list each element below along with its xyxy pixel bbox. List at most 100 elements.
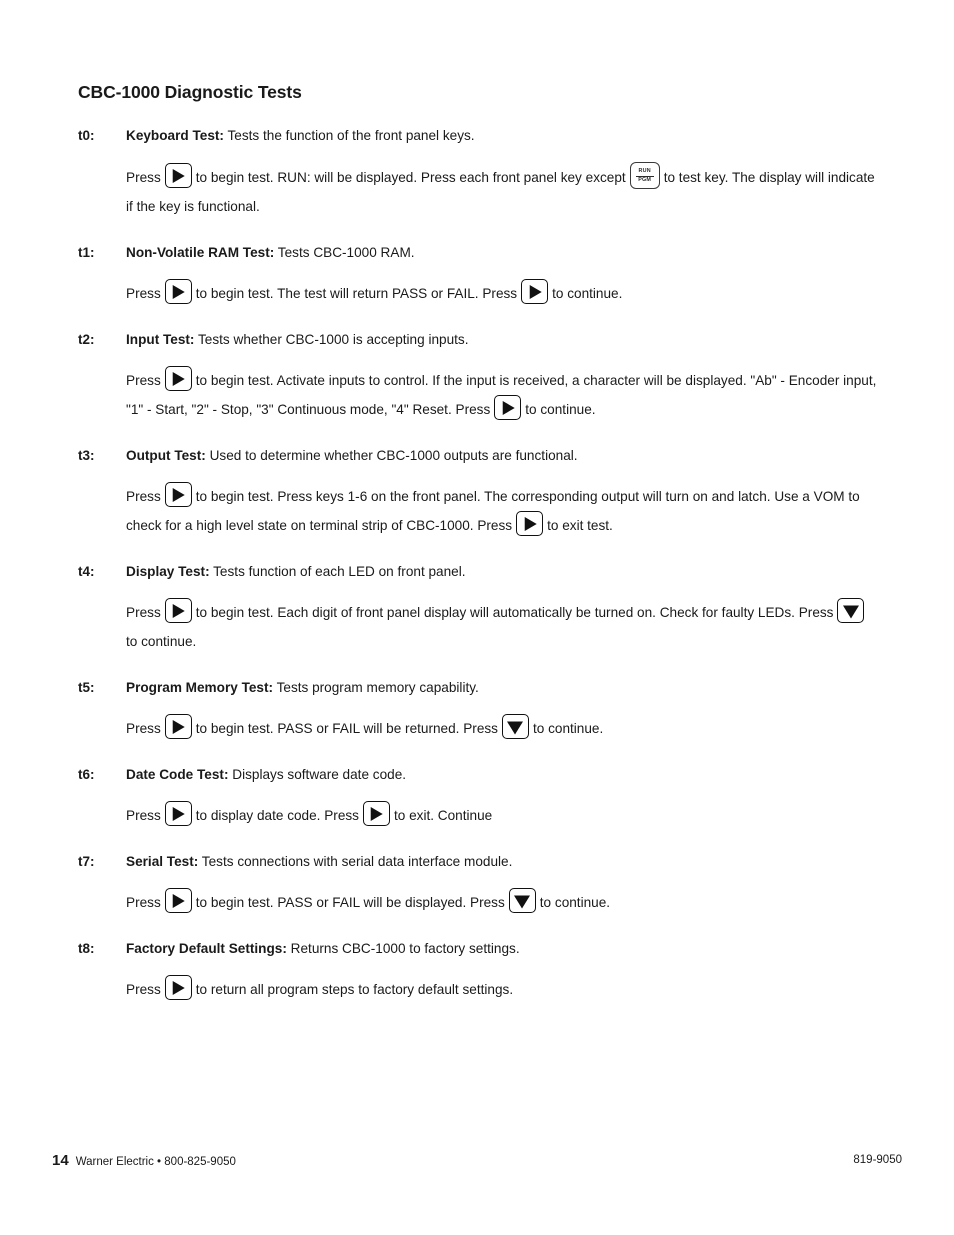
test-body-t4: Display Test: Tests function of each LED…: [126, 561, 878, 656]
play-key[interactable]: [362, 801, 390, 826]
play-key[interactable]: [516, 511, 544, 536]
play-key[interactable]: [164, 714, 192, 739]
test-entry-t4: t4: Display Test: Tests function of each…: [78, 561, 878, 656]
test-description-t5: Tests program memory capability.: [273, 680, 479, 695]
run-pgm-key[interactable]: RUN PGM: [629, 162, 660, 189]
play-triangle-icon: [529, 284, 542, 299]
test-name-t7: Serial Test:: [126, 854, 199, 869]
step-text-t6-3: to exit. Continue: [393, 808, 493, 823]
test-steps-t8: Press to return all program steps to fact…: [126, 975, 878, 1004]
step-text-t8-1: Press: [126, 982, 161, 997]
step-text-t4-2: to begin test. Each digit of front panel…: [195, 605, 834, 620]
play-triangle-icon: [172, 371, 185, 386]
play-key[interactable]: [164, 279, 192, 304]
test-name-t6: Date Code Test:: [126, 767, 229, 782]
test-id-t3: t3:: [78, 448, 95, 463]
test-name-t8: Factory Default Settings:: [126, 941, 287, 956]
test-name-t4: Display Test:: [126, 564, 210, 579]
step-text-t8-2: to return all program steps to factory d…: [195, 982, 514, 997]
test-steps-t7: Press to begin test. PASS or FAIL will be…: [126, 888, 878, 917]
test-description-t0: Tests the function of the front panel ke…: [223, 128, 475, 143]
play-triangle-icon: [172, 719, 185, 734]
play-key[interactable]: [164, 888, 192, 913]
play-triangle-icon: [172, 168, 185, 183]
step-text-t7-3: to continue.: [539, 895, 611, 910]
play-key[interactable]: [164, 975, 192, 1000]
play-key[interactable]: [164, 482, 192, 507]
step-text-t6-1: Press: [126, 808, 161, 823]
step-text-t7-2: to begin test. PASS or FAIL will be disp…: [195, 895, 505, 910]
play-triangle-icon: [172, 980, 185, 995]
step-text-t3-2: to begin test. Press keys 1-6 on the fro…: [126, 489, 860, 533]
test-heading-t2: Input Test: Tests whether CBC-1000 is ac…: [126, 329, 878, 351]
step-text-t4-3: to continue.: [126, 634, 197, 649]
step-text-t2-1: Press: [126, 373, 161, 388]
play-triangle-icon: [172, 487, 185, 502]
test-steps-t6: Press to display date code. Press to exit.…: [126, 801, 878, 830]
test-entry-t8: t8: Factory Default Settings: Returns CB…: [78, 938, 878, 1004]
play-triangle-icon: [172, 893, 185, 908]
play-key[interactable]: [164, 366, 192, 391]
test-entry-t3: t3: Output Test: Used to determine wheth…: [78, 445, 878, 540]
test-name-t1: Non-Volatile RAM Test:: [126, 245, 275, 260]
test-id-t2: t2:: [78, 332, 95, 347]
down-arrow-key[interactable]: [837, 598, 865, 623]
test-entry-t6: t6: Date Code Test: Displays software da…: [78, 764, 878, 830]
play-triangle-icon: [172, 603, 185, 618]
play-key[interactable]: [164, 598, 192, 623]
page-title: CBC-1000 Diagnostic Tests: [78, 82, 302, 102]
run-pgm-key-line1: RUN: [638, 168, 651, 174]
test-body-t8: Factory Default Settings: Returns CBC-10…: [126, 938, 878, 1004]
play-triangle-icon: [524, 516, 537, 531]
test-body-t2: Input Test: Tests whether CBC-1000 is ac…: [126, 329, 878, 424]
down-triangle-icon: [514, 895, 531, 909]
test-name-t2: Input Test:: [126, 332, 195, 347]
page-content: CBC-1000 Diagnostic Tests t0: Keyboard T…: [78, 82, 878, 1025]
test-entry-t1: t1: Non-Volatile RAM Test: Tests CBC-100…: [78, 242, 878, 308]
step-text-t0-1: Press: [126, 170, 161, 185]
play-key[interactable]: [164, 163, 192, 188]
test-heading-t1: Non-Volatile RAM Test: Tests CBC-1000 RA…: [126, 242, 878, 264]
play-triangle-icon: [371, 806, 384, 821]
play-key[interactable]: [494, 395, 522, 420]
test-entry-t5: t5: Program Memory Test: Tests program m…: [78, 677, 878, 743]
test-entry-t7: t7: Serial Test: Tests connections with …: [78, 851, 878, 917]
step-text-t5-3: to continue.: [532, 721, 604, 736]
footer-document-number: 819-9050: [853, 1154, 902, 1166]
test-name-t5: Program Memory Test:: [126, 680, 274, 695]
play-key[interactable]: [164, 801, 192, 826]
test-steps-t0: Press to begin test. RUN: will be display…: [126, 162, 878, 221]
test-body-t1: Non-Volatile RAM Test: Tests CBC-1000 RA…: [126, 242, 878, 308]
test-id-t4: t4:: [78, 564, 95, 579]
step-text-t7-1: Press: [126, 895, 161, 910]
test-entry-t0: t0: Keyboard Test: Tests the function of…: [78, 125, 878, 221]
test-name-t0: Keyboard Test:: [126, 128, 224, 143]
test-description-t6: Displays software date code.: [228, 767, 407, 782]
down-arrow-key[interactable]: [508, 888, 536, 913]
test-steps-t3: Press to begin test. Press keys 1-6 on th…: [126, 482, 878, 540]
test-heading-t6: Date Code Test: Displays software date c…: [126, 764, 878, 786]
step-text-t1-2: to begin test. The test will return PASS…: [195, 286, 518, 301]
test-body-t6: Date Code Test: Displays software date c…: [126, 764, 878, 830]
test-steps-t1: Press to begin test. The test will return…: [126, 279, 878, 308]
play-key[interactable]: [521, 279, 549, 304]
play-triangle-icon: [172, 806, 185, 821]
step-text-t2-3: to continue.: [525, 402, 596, 417]
test-description-t4: Tests function of each LED on front pane…: [209, 564, 466, 579]
step-text-t3-1: Press: [126, 489, 161, 504]
test-heading-t8: Factory Default Settings: Returns CBC-10…: [126, 938, 878, 960]
step-text-t4-1: Press: [126, 605, 161, 620]
test-description-t1: Tests CBC-1000 RAM.: [274, 245, 415, 260]
footer-left-group: 14 Warner Electric • 800-825-9050: [52, 1152, 236, 1170]
test-body-t7: Serial Test: Tests connections with seri…: [126, 851, 878, 917]
test-heading-t0: Keyboard Test: Tests the function of the…: [126, 125, 878, 147]
down-arrow-key[interactable]: [501, 714, 529, 739]
step-text-t0-2: to begin test. RUN: will be displayed. P…: [195, 170, 626, 185]
document-page: CBC-1000 Diagnostic Tests t0: Keyboard T…: [0, 0, 954, 1235]
test-heading-t3: Output Test: Used to determine whether C…: [126, 445, 878, 467]
test-id-t6: t6:: [78, 767, 95, 782]
test-id-t7: t7:: [78, 854, 95, 869]
test-name-t3: Output Test:: [126, 448, 206, 463]
page-footer: 14 Warner Electric • 800-825-9050 819-905…: [52, 1152, 902, 1174]
test-body-t0: Keyboard Test: Tests the function of the…: [126, 125, 878, 221]
